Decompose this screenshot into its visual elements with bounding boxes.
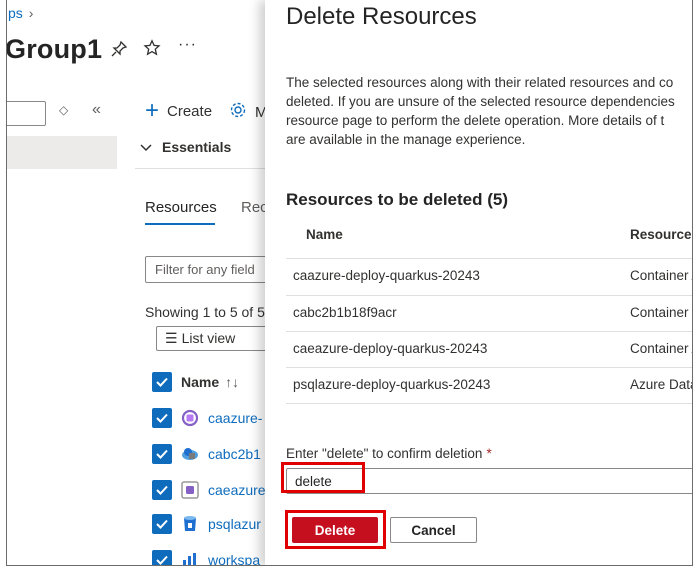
cancel-button[interactable]: Cancel [390, 517, 477, 543]
page-title: Group1 [7, 34, 103, 64]
divider [286, 403, 692, 404]
resources-to-delete-heading: Resources to be deleted (5) [286, 190, 509, 209]
table-row[interactable]: psqlazur [152, 514, 261, 534]
manage-view-button[interactable]: M [229, 101, 267, 123]
list-icon: ☰ [165, 330, 178, 346]
resource-type: Azure Data [630, 377, 693, 392]
resource-name: caazure-deploy-quarkus-20243 [293, 268, 480, 283]
panel-description: The selected resources along with their … [286, 75, 675, 147]
table-row[interactable]: caeazure [152, 480, 266, 500]
row-checkbox[interactable] [152, 550, 172, 565]
resource-type-column-header: Resource t [630, 227, 693, 242]
postgresql-icon [180, 514, 200, 534]
left-pane-search-input[interactable] [7, 101, 46, 126]
row-name-link[interactable]: psqlazur [208, 516, 261, 532]
sort-toggle-icon[interactable]: ◇ [59, 103, 68, 117]
delete-button[interactable]: Delete [292, 517, 378, 543]
confirm-deletion-input[interactable] [286, 468, 692, 494]
resource-name: psqlazure-deploy-quarkus-20243 [293, 377, 491, 392]
row-name-link[interactable]: caeazure [208, 482, 266, 498]
divider [286, 367, 692, 368]
table-header: Name ↑↓ [152, 372, 239, 392]
breadcrumb[interactable]: ps › [8, 5, 33, 21]
left-pane-selected-item[interactable] [7, 136, 117, 169]
filter-input[interactable]: Filter for any field [145, 256, 267, 283]
showing-count-text: Showing 1 to 5 of 5 [145, 304, 265, 320]
chevron-down-icon [140, 139, 152, 155]
table-row[interactable]: cabc2b1 [152, 444, 261, 464]
pin-icon[interactable] [110, 40, 128, 63]
divider [135, 168, 267, 169]
container-app-environment-icon [180, 480, 200, 500]
essentials-toggle[interactable]: Essentials [140, 139, 231, 155]
row-checkbox[interactable] [152, 408, 172, 428]
resource-type: Container A [630, 268, 692, 283]
container-registry-icon [180, 444, 200, 464]
tab-active-indicator [145, 223, 215, 225]
tab-recommendations[interactable]: Rec [241, 199, 267, 216]
name-column-header: Name [306, 227, 343, 242]
breadcrumb-chevron-icon: › [28, 5, 34, 21]
row-checkbox[interactable] [152, 480, 172, 500]
divider [286, 258, 692, 259]
confirm-deletion-label: Enter "delete" to confirm deletion * [286, 446, 492, 461]
table-row[interactable]: workspa [152, 550, 260, 565]
required-indicator: * [486, 446, 492, 461]
row-name-link[interactable]: caazure- [208, 410, 262, 426]
panel-title: Delete Resources [286, 3, 477, 30]
resource-name: cabc2b1b18f9acr [293, 305, 397, 320]
divider [286, 295, 692, 296]
resource-type: Container r [630, 305, 693, 320]
name-column-header[interactable]: Name [181, 374, 219, 390]
select-all-checkbox[interactable] [152, 372, 172, 392]
gear-icon [229, 101, 247, 123]
resource-name: caeazure-deploy-quarkus-20243 [293, 341, 488, 356]
divider [286, 331, 692, 332]
screenshot-frame: ps › Group1 ··· ◇ « + Create M Essentials … [6, 0, 693, 566]
container-app-icon [180, 408, 200, 428]
collapse-pane-icon[interactable]: « [92, 101, 101, 119]
row-name-link[interactable]: cabc2b1 [208, 446, 261, 462]
more-options-icon[interactable]: ··· [178, 36, 197, 54]
delete-resources-panel: Delete Resources The selected resources … [265, 0, 693, 565]
log-analytics-icon [180, 550, 200, 565]
resource-group-page: ps › Group1 ··· ◇ « + Create M Essentials … [7, 0, 267, 565]
table-row[interactable]: caazure- [152, 408, 262, 428]
tab-resources[interactable]: Resources [145, 199, 217, 216]
list-view-dropdown[interactable]: ☰ List view [156, 326, 267, 351]
favorite-star-icon[interactable] [143, 39, 161, 62]
breadcrumb-link[interactable]: ps [8, 5, 23, 21]
plus-icon: + [145, 97, 160, 124]
resource-type: Container A [630, 341, 692, 356]
row-checkbox[interactable] [152, 514, 172, 534]
sort-ascending-icon[interactable]: ↑↓ [225, 374, 239, 390]
row-checkbox[interactable] [152, 444, 172, 464]
row-name-link[interactable]: workspa [208, 552, 260, 565]
create-button[interactable]: + Create [145, 97, 212, 124]
